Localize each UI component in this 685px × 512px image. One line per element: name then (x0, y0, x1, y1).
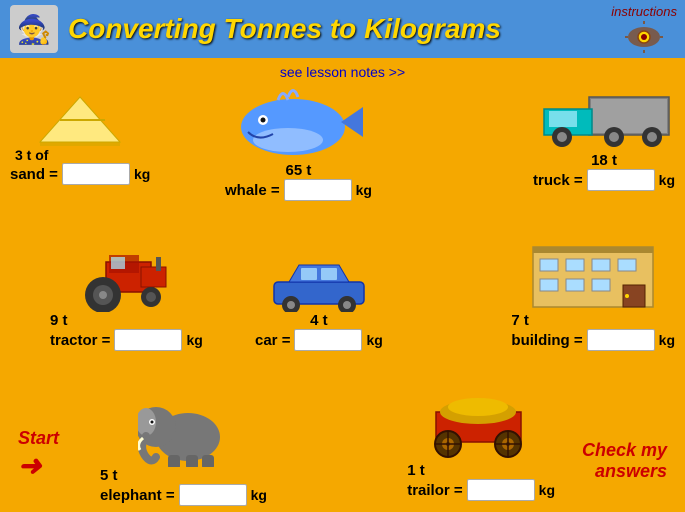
page-title: Converting Tonnes to Kilograms (68, 13, 501, 45)
whale-label: whale = (225, 182, 280, 199)
trailor-label: trailor = (407, 482, 462, 499)
whale-tonnes-label: 65 t (286, 162, 312, 179)
sand-label: sand = (10, 166, 58, 183)
building-tonnes-label: 7 t (511, 312, 529, 329)
sand-tonnes-label: 3 t of (15, 147, 48, 163)
elephant-illustration (138, 392, 228, 467)
wizard-avatar: 🧙 (10, 5, 58, 53)
tractor-row: tractor = kg (50, 329, 203, 351)
header: 🧙 Converting Tonnes to Kilograms instruc… (0, 0, 685, 58)
truck-input[interactable] (587, 169, 655, 191)
check-label: Check myanswers (582, 440, 667, 481)
start-arrow-icon: ➜ (18, 449, 41, 482)
sand-row: sand = kg (10, 163, 150, 185)
truck-group: 18 t truck = kg (533, 87, 675, 191)
elephant-group: 5 t elephant = kg (100, 392, 267, 506)
whale-group: 65 t whale = kg (225, 82, 372, 201)
trailor-group: 1 t trailor = kg (407, 387, 555, 501)
car-tonnes-label: 4 t (310, 312, 328, 329)
elephant-kg: kg (251, 487, 267, 503)
building-illustration (528, 237, 658, 312)
whale-input[interactable] (284, 179, 352, 201)
building-label: building = (511, 332, 582, 349)
sand-illustration (35, 92, 125, 147)
car-label: car = (255, 332, 290, 349)
tractor-group: 9 t tractor = kg (50, 247, 203, 351)
whale-row: whale = kg (225, 179, 372, 201)
tractor-label: tractor = (50, 332, 110, 349)
car-row: car = kg (255, 329, 383, 351)
check-answers-button[interactable]: Check myanswers (582, 440, 667, 482)
truck-tonnes-label: 18 t (591, 152, 617, 169)
truck-row: truck = kg (533, 169, 675, 191)
building-kg: kg (659, 332, 675, 348)
trailor-row: trailor = kg (407, 479, 555, 501)
building-input[interactable] (587, 329, 655, 351)
building-group: 7 t building = kg (511, 237, 675, 351)
instructions-area: instructions (611, 4, 677, 55)
building-row: building = kg (511, 329, 675, 351)
trailor-tonnes-label: 1 t (407, 462, 425, 479)
truck-illustration (534, 87, 674, 152)
tractor-tonnes-label: 9 t (50, 312, 68, 329)
elephant-row: elephant = kg (100, 484, 267, 506)
whale-kg: kg (356, 182, 372, 198)
sand-group: 3 t of sand = kg (10, 92, 150, 185)
trailor-input[interactable] (467, 479, 535, 501)
tractor-input[interactable] (114, 329, 182, 351)
instructions-icon[interactable] (624, 19, 664, 55)
lesson-notes-link[interactable]: see lesson notes >> (0, 58, 685, 82)
trailor-kg: kg (539, 482, 555, 498)
elephant-tonnes-label: 5 t (100, 467, 118, 484)
tractor-illustration (81, 247, 171, 312)
sand-kg: kg (134, 166, 150, 182)
truck-kg: kg (659, 172, 675, 188)
sand-input[interactable] (62, 163, 130, 185)
instructions-link[interactable]: instructions (611, 4, 677, 19)
truck-label: truck = (533, 172, 583, 189)
tractor-kg: kg (186, 332, 202, 348)
start-label: Start (18, 428, 59, 449)
elephant-label: elephant = (100, 487, 175, 504)
elephant-input[interactable] (179, 484, 247, 506)
car-group: 4 t car = kg (255, 257, 383, 351)
trailor-illustration (426, 387, 536, 462)
whale-illustration (233, 82, 363, 162)
start-button[interactable]: Start ➜ (18, 428, 59, 482)
car-kg: kg (366, 332, 382, 348)
car-illustration (269, 257, 369, 312)
car-input[interactable] (294, 329, 362, 351)
